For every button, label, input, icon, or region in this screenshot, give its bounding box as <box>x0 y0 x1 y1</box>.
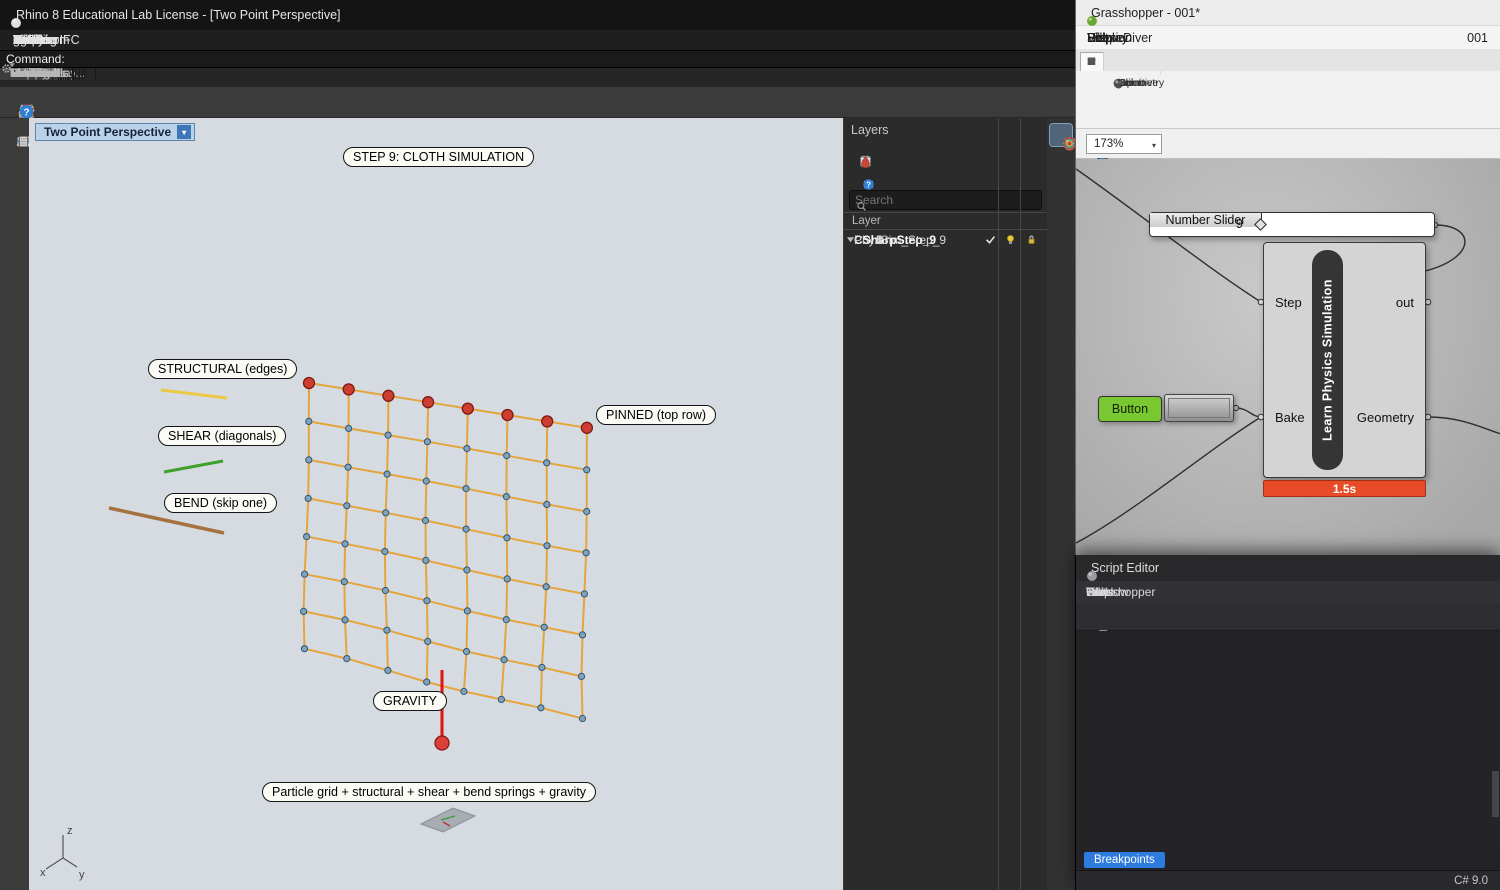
annotation-bend: BEND (skip one) <box>164 493 278 513</box>
layers-help-button[interactable]: ? <box>851 167 874 190</box>
grasshopper-titlebar: Grasshopper - 001* <box>1076 0 1500 26</box>
layers-panel: Layers ? Layer CSharpStep_9PhysSim_Step_… <box>844 118 1047 890</box>
number-slider-value: 9 <box>1236 217 1243 231</box>
annotation-pinned: PINNED (top row) <box>596 405 717 425</box>
script-editor-bottom-tabs: TerminalProblemsBreakpoints <box>1076 850 1500 870</box>
input-param-bake[interactable]: Bake <box>1275 410 1305 425</box>
rhino-titlebar: Rhino 8 Educational Lab License - [Two P… <box>0 0 1101 30</box>
toolbar-tab-strip: Standard CPlanes Set View Display Select View… <box>0 63 1075 87</box>
script-editor-window: Script Editor Grasshopper File Edit Run Tool… <box>1075 555 1500 890</box>
panel-snapshot-button[interactable] <box>1050 124 1076 150</box>
input-param-step[interactable]: Step <box>1275 295 1302 310</box>
code-scrollbar[interactable] <box>1076 631 1500 850</box>
viewport-title-menu[interactable]: Two Point Perspective ▾ <box>35 123 196 141</box>
script-editor-titlebar: Script Editor <box>1076 555 1500 581</box>
rhino-window: Rhino 8 Educational Lab License - [Two P… <box>0 0 1101 890</box>
rhino-main-toolbar: ? <box>0 87 1075 120</box>
se-tab-breakpoints[interactable]: Breakpoints <box>1084 852 1165 868</box>
layer-row-5[interactable]: 5 <box>844 230 1035 249</box>
viewport-title-label: Two Point Perspective <box>44 125 172 139</box>
grasshopper-canvas[interactable]: Number Slider 9 Step Bake Learn Physics … <box>1076 159 1500 555</box>
button-widget[interactable] <box>1164 394 1234 422</box>
document-badge: 001 <box>1467 30 1488 45</box>
grasshopper-window: Grasshopper - 001* File Edit View Display So… <box>1075 0 1500 555</box>
script-editor-toolbar <box>1076 603 1500 642</box>
layers-menu-row: ? <box>844 166 1047 190</box>
grasshopper-window-title: Grasshopper - 001* <box>1091 5 1201 20</box>
grasshopper-menubar: File Edit View Display Solution Help ShapeDive… <box>1076 26 1500 49</box>
script-editor-menubar: Grasshopper File Edit Run Tools Window Help <box>1076 581 1500 603</box>
menu-help[interactable]: Help <box>1078 585 1119 599</box>
se-help-button[interactable]: ? <box>1084 881 1102 890</box>
command-line[interactable]: Command: <box>0 50 1075 68</box>
layers-search-input[interactable] <box>855 193 1005 207</box>
layer-droplet-button[interactable] <box>848 144 870 168</box>
number-slider-label: Number Slider <box>1150 213 1262 227</box>
gh-category-tab-15[interactable]: T <box>1080 52 1104 71</box>
gh-group-util: Util ▾ <box>1076 71 1161 89</box>
rhino-menubar: File Edit View Curve Surface SubD Solid Mesh Dra… <box>0 30 1075 50</box>
profiler-timer-badge: 1.5s <box>1263 480 1426 497</box>
grasshopper-canvas-toolbar: 173% ▾ <box>1076 129 1500 170</box>
rhino-side-toolbar: T» <box>0 118 30 890</box>
svg-text:y: y <box>79 869 85 881</box>
layers-panel-header: Layers <box>844 118 1047 141</box>
language-version-label: C# 9.0 <box>1454 874 1488 887</box>
number-slider-component[interactable]: Number Slider 9 <box>1149 212 1435 237</box>
layers-search-box[interactable] <box>849 190 1042 211</box>
script-editor-statusbar: C# 9.0 ? <box>1076 870 1500 890</box>
grasshopper-category-tabs: PMSVCSMXTDRKIPST <box>1076 49 1500 71</box>
svg-text:x: x <box>40 867 46 879</box>
annotation-step-title: STEP 9: CLOTH SIMULATION <box>343 147 535 167</box>
script-editor-window-title: Script Editor <box>1091 561 1160 575</box>
scrollbar-thumb[interactable] <box>1492 771 1499 817</box>
layer-column-label: Layer <box>852 215 881 227</box>
button-component[interactable]: Button <box>1098 396 1162 422</box>
zoom-caret-icon: ▾ <box>1151 140 1156 150</box>
svg-text:?: ? <box>23 107 29 118</box>
layer-name: 5 <box>876 232 883 247</box>
layers-panel-title: Layers <box>851 122 889 137</box>
output-param-out[interactable]: out <box>1396 295 1414 310</box>
button-widget-face[interactable] <box>1168 398 1230 418</box>
menu-help[interactable]: Help <box>4 33 48 47</box>
help-button[interactable]: ? <box>4 89 33 118</box>
menu-shapediver[interactable]: ShapeDiver <box>1078 31 1161 45</box>
viewport-page-button[interactable] <box>3 122 28 148</box>
viewport-dropdown-icon[interactable]: ▾ <box>177 125 192 139</box>
cloth-simulation-svg: z x y <box>40 376 594 881</box>
annotation-caption: Particle grid + structural + shear + ben… <box>262 782 597 802</box>
viewport-two-point-perspective[interactable]: z x y Two Point Perspective ▾ STEP 9: CLOT… <box>29 118 843 890</box>
learn-physics-simulation-component[interactable]: Step Bake Learn Physics Simulation out G… <box>1263 242 1426 478</box>
annotation-structural: STRUCTURAL (edges) <box>148 359 298 379</box>
svg-text:z: z <box>67 825 73 837</box>
screen: Rhino 8 Educational Lab License - [Two P… <box>0 0 1500 890</box>
rhino-window-title: Rhino 8 Educational Lab License - [Two P… <box>16 8 341 22</box>
svg-text:?: ? <box>866 181 871 190</box>
annotation-shear: SHEAR (diagonals) <box>158 426 287 446</box>
annotation-gravity: GRAVITY <box>373 691 447 711</box>
layers-toolbar <box>844 141 1047 168</box>
component-title-capsule[interactable]: Learn Physics Simulation <box>1312 250 1343 470</box>
panel-tab-strip: ? <box>1047 118 1076 890</box>
output-param-geometry[interactable]: Geometry <box>1357 410 1414 425</box>
grasshopper-ribbon: Geometry▾Primitive▾Input▾Rhino▾Util▾ <box>1076 71 1500 129</box>
layers-column-header: Layer <box>844 118 1047 890</box>
